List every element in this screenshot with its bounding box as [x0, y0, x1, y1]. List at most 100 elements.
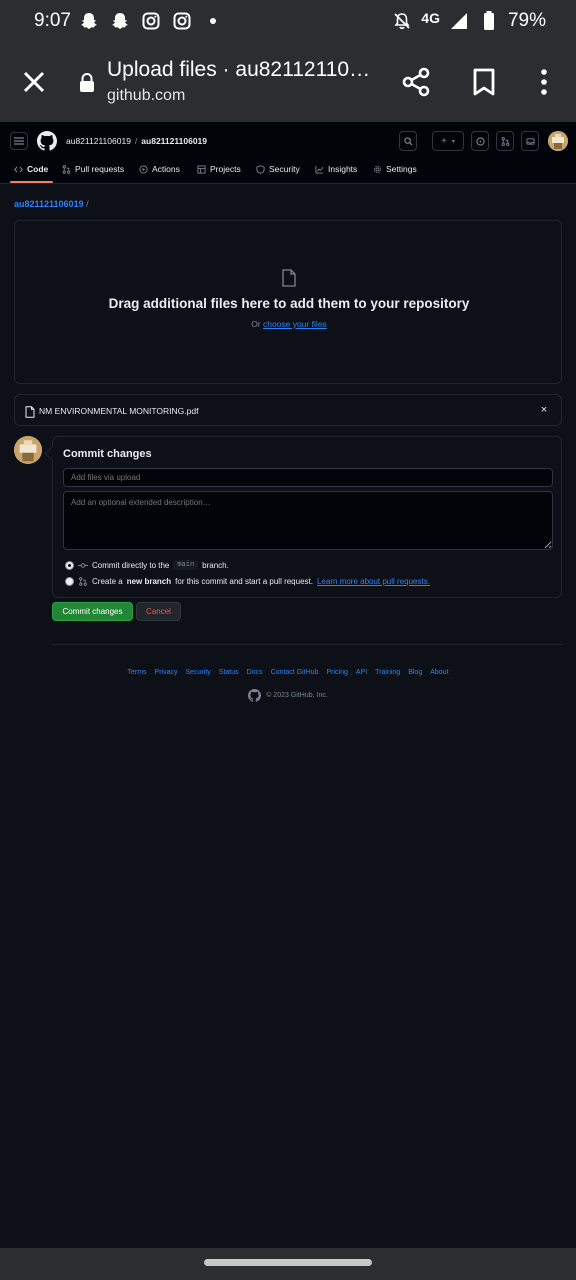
path-repo-link[interactable]: au821121106019 [14, 199, 84, 209]
github-logo-icon [248, 689, 262, 702]
pull-requests-button[interactable] [496, 131, 514, 151]
option-text: Commit directly to the [92, 560, 170, 570]
lock-icon[interactable] [78, 72, 96, 94]
network-type: 4G [421, 10, 440, 26]
bookmark-icon[interactable] [470, 66, 498, 98]
breadcrumb: au821121106019/au821121106019 [66, 136, 207, 146]
commit-direct-option[interactable]: Commit directly to the main branch. [65, 560, 229, 570]
option-text-bold: new branch [126, 577, 172, 586]
breadcrumb-separator: / [134, 136, 138, 146]
breadcrumb-repo[interactable]: au821121106019 [141, 136, 207, 146]
footer-link-about[interactable]: About [430, 669, 448, 676]
commit-description-input[interactable] [63, 491, 553, 550]
cancel-button[interactable]: Cancel [136, 602, 181, 621]
tab-label: Code [27, 164, 49, 174]
option-text: for this commit and start a pull request… [175, 577, 313, 586]
file-icon [25, 405, 35, 418]
branch-name: main [173, 560, 199, 570]
issue-icon [475, 136, 485, 146]
browser-toolbar: Upload files · au82112110… github.com [0, 44, 576, 122]
tab-label: Pull requests [75, 164, 125, 174]
option-text: branch. [202, 560, 229, 570]
footer-link-security[interactable]: Security [186, 669, 211, 676]
create-new-button[interactable]: + ▾ [432, 131, 464, 151]
remove-file-icon[interactable]: × [537, 403, 551, 417]
tab-security[interactable]: Security [256, 162, 300, 176]
option-text: Create a [92, 577, 123, 586]
battery-level: 79% [507, 10, 546, 31]
code-icon [14, 165, 23, 173]
dot-icon [202, 10, 224, 32]
notification-icons [78, 10, 224, 32]
footer-link-status[interactable]: Status [219, 669, 239, 676]
plus-icon: + [441, 135, 447, 147]
radio-commit-direct[interactable] [65, 560, 74, 570]
play-icon [139, 164, 148, 174]
footer-link-blog[interactable]: Blog [408, 669, 422, 676]
commit-icon [78, 562, 88, 568]
page-url[interactable]: github.com [107, 87, 185, 105]
footer-link-contact[interactable]: Contact GitHub [271, 669, 319, 676]
close-icon[interactable] [20, 68, 48, 96]
breadcrumb-owner[interactable]: au821121106019 [66, 136, 131, 146]
file-name: NM ENVIRONMENTAL MONITORING.pdf [39, 406, 199, 416]
search-button[interactable] [399, 131, 417, 151]
commit-form: Commit changes Commit directly to the ma… [52, 436, 562, 598]
learn-more-link[interactable]: Learn more about pull requests. [317, 577, 430, 586]
share-icon[interactable] [400, 66, 432, 98]
system-nav-bar [0, 1248, 576, 1280]
system-icons: 4G 79% [391, 10, 546, 32]
status-time: 9:07 [34, 10, 71, 31]
search-icon [403, 136, 413, 146]
commit-changes-button[interactable]: Commit changes [52, 602, 133, 621]
dropzone-subtitle: Or choose your files [15, 319, 563, 329]
status-bar: 9:07 4G 79% [0, 0, 576, 44]
footer-link-pricing[interactable]: Pricing [326, 669, 347, 676]
github-header: au821121106019/au821121106019 + ▾ Code Pu… [0, 122, 576, 184]
dropzone-or: Or [251, 319, 261, 329]
footer-link-terms[interactable]: Terms [127, 669, 146, 676]
commit-title: Commit changes [63, 448, 152, 460]
avatar [14, 436, 42, 464]
home-gesture-handle[interactable] [204, 1259, 372, 1266]
hamburger-menu-icon[interactable] [10, 132, 28, 150]
snapchat-icon [109, 10, 131, 32]
upload-path: au821121106019 / [14, 199, 89, 209]
table-icon [197, 164, 206, 174]
choose-files-link[interactable]: choose your files [263, 319, 327, 329]
footer-link-api[interactable]: API [356, 669, 367, 676]
tab-label: Projects [210, 164, 241, 174]
commit-summary-input[interactable] [63, 468, 553, 487]
avatar[interactable] [548, 131, 568, 151]
battery-icon [478, 10, 500, 32]
footer-copyright: © 2023 GitHub, Inc. [0, 689, 576, 702]
tab-settings[interactable]: Settings [373, 162, 417, 176]
tab-label: Settings [386, 164, 417, 174]
tab-actions[interactable]: Actions [139, 162, 180, 176]
chevron-down-icon: ▾ [451, 138, 455, 145]
tab-pull-requests[interactable]: Pull requests [62, 162, 124, 176]
footer-link-training[interactable]: Training [375, 669, 400, 676]
file-dropzone[interactable]: Drag additional files here to add them t… [14, 220, 562, 384]
more-vert-icon[interactable] [532, 66, 556, 98]
pull-request-icon [501, 136, 509, 146]
tab-code[interactable]: Code [14, 162, 48, 176]
tab-insights[interactable]: Insights [315, 162, 357, 176]
dropzone-title: Drag additional files here to add them t… [108, 296, 470, 311]
new-branch-option[interactable]: Create a new branch for this commit and … [65, 577, 430, 586]
repo-tabs: Code Pull requests Actions Projects Secu… [0, 158, 576, 184]
footer-link-docs[interactable]: Docs [247, 669, 263, 676]
radio-new-branch[interactable] [65, 577, 74, 586]
footer-links: Terms Privacy Security Status Docs Contact Gi… [0, 669, 576, 676]
shield-icon [256, 164, 265, 174]
do-not-disturb-icon [391, 10, 413, 32]
graph-icon [315, 165, 324, 174]
github-logo-icon[interactable] [37, 131, 57, 151]
tab-label: Security [269, 164, 300, 174]
issues-button[interactable] [471, 131, 489, 151]
uploaded-file-row: NM ENVIRONMENTAL MONITORING.pdf × [14, 394, 562, 426]
tab-projects[interactable]: Projects [197, 162, 241, 176]
footer-link-privacy[interactable]: Privacy [155, 669, 178, 676]
inbox-button[interactable] [521, 131, 539, 151]
footer-divider [52, 644, 562, 645]
